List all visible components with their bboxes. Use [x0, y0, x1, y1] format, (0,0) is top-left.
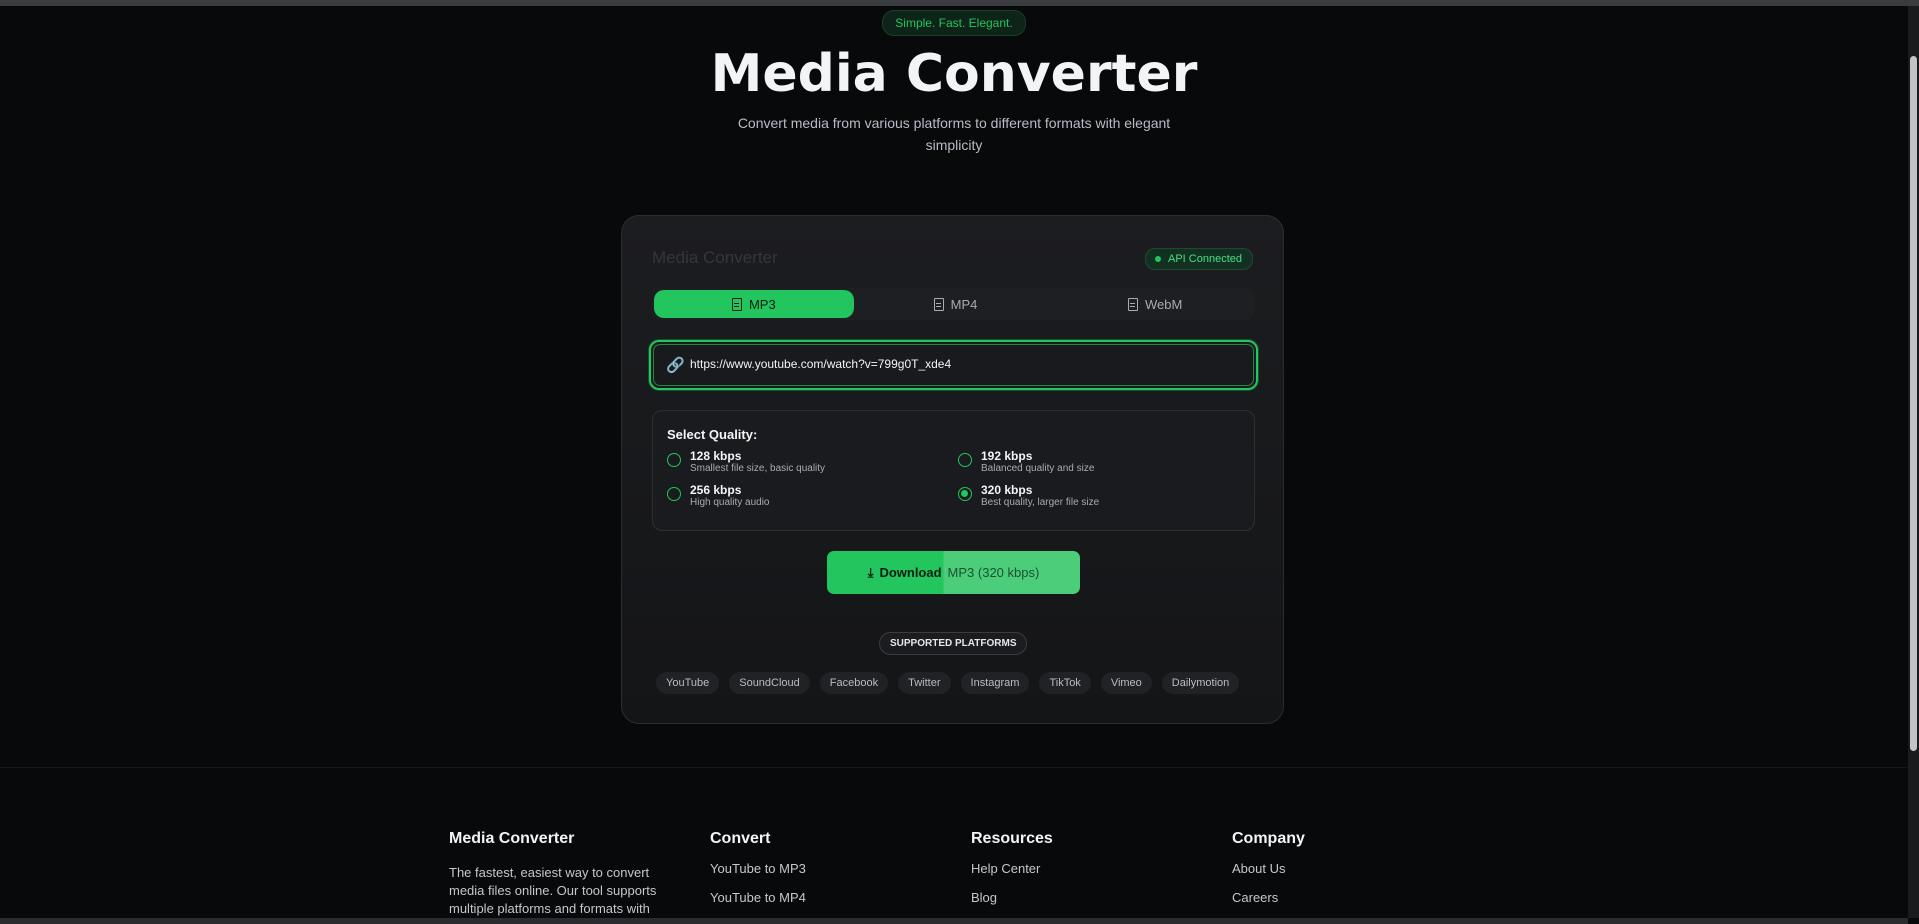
platform-chip: Facebook — [819, 672, 889, 694]
footer-heading: Convert — [710, 830, 771, 847]
option-name: 256 kbps — [690, 483, 742, 497]
footer-resources: Resources Help Center Blog — [971, 830, 1053, 906]
scrollbar[interactable] — [1908, 6, 1919, 918]
option-desc: Balanced quality and size — [981, 463, 1095, 474]
platform-chip: Dailymotion — [1161, 672, 1240, 694]
option-desc: Smallest file size, basic quality — [690, 463, 826, 474]
file-icon — [731, 297, 742, 311]
tab-webm[interactable]: WebM — [1055, 288, 1255, 320]
tab-label: WebM — [1145, 296, 1183, 312]
radio-button[interactable] — [667, 453, 681, 467]
footer-link[interactable]: About Us — [1232, 861, 1305, 877]
page-title: Media Converter — [710, 44, 1198, 104]
footer-link[interactable]: Help Center — [971, 861, 1053, 877]
platform-list: YouTube SoundCloud Facebook Twitter Inst… — [656, 672, 1240, 694]
quality-label: Select Quality: — [667, 427, 758, 442]
tagline-badge: Simple. Fast. Elegant. — [882, 10, 1026, 36]
status-dot-icon — [1155, 256, 1161, 262]
platform-chip: YouTube — [656, 672, 720, 694]
api-status-label: API Connected — [1168, 253, 1242, 265]
platform-chip: Vimeo — [1100, 672, 1152, 694]
footer-divider — [0, 767, 1908, 768]
footer-company: Company About Us Careers — [1232, 830, 1305, 906]
platform-chip: Twitter — [898, 672, 951, 694]
page-subtitle: Convert media from various platforms to … — [737, 115, 1171, 153]
footer-heading: Media Converter — [449, 830, 575, 847]
download-format-label: MP3 (320 kbps) — [947, 565, 1040, 580]
tab-label: MP4 — [950, 296, 978, 312]
option-desc: Best quality, larger file size — [981, 497, 1100, 508]
option-name: 128 kbps — [690, 449, 742, 463]
quality-option-320[interactable]: 320 kbps Best quality, larger file size — [958, 483, 1099, 509]
radio-button-checked[interactable] — [958, 487, 972, 501]
supported-platforms-badge: SUPPORTED PLATFORMS — [879, 632, 1028, 655]
card-title: Media Converter — [652, 248, 778, 267]
option-name: 320 kbps — [981, 483, 1033, 497]
url-field: 🔗 — [649, 340, 1258, 390]
download-label: Download — [879, 565, 942, 580]
quality-option-192[interactable]: 192 kbps Balanced quality and size — [958, 449, 1094, 475]
option-desc: High quality audio — [690, 497, 770, 508]
footer-heading: Resources — [971, 830, 1053, 847]
download-icon: ⤓ — [867, 564, 874, 580]
tab-mp4[interactable]: MP4 — [856, 288, 1056, 320]
tab-label: MP3 — [748, 296, 776, 312]
footer-link[interactable]: Careers — [1232, 890, 1305, 906]
footer-about: Media Converter The fastest, easiest way… — [449, 830, 659, 918]
radio-button[interactable] — [958, 453, 972, 467]
footer-convert: Convert YouTube to MP3 YouTube to MP4 — [710, 830, 806, 906]
footer-link[interactable]: YouTube to MP4 — [710, 890, 806, 906]
url-input[interactable] — [690, 353, 1230, 375]
quality-option-128[interactable]: 128 kbps Smallest file size, basic quali… — [667, 449, 825, 475]
bottom-bar — [0, 918, 1908, 924]
file-icon — [1128, 297, 1139, 311]
hero: Simple. Fast. Elegant. Media Converter C… — [0, 10, 1908, 156]
converter-card: Media Converter API Connected MP3 MP4 We… — [621, 215, 1284, 724]
link-icon: 🔗 — [666, 357, 685, 374]
quality-selector: Select Quality: 128 kbps Smallest file s… — [652, 410, 1255, 531]
browser-top-bar — [0, 0, 1919, 6]
scrollbar-thumb[interactable] — [1910, 56, 1917, 751]
download-button[interactable]: ⤓ Download MP3 (320 kbps) — [827, 551, 1080, 594]
url-field-inner: 🔗 — [653, 344, 1254, 386]
quality-option-256[interactable]: 256 kbps High quality audio — [667, 483, 770, 509]
footer-description: The fastest, easiest way to convert medi… — [449, 865, 657, 916]
footer-heading: Company — [1232, 830, 1305, 847]
platform-chip: Instagram — [960, 672, 1030, 694]
footer-link[interactable]: YouTube to MP3 — [710, 861, 806, 877]
radio-button[interactable] — [667, 487, 681, 501]
platform-chip: SoundCloud — [729, 672, 810, 694]
footer-link[interactable]: Blog — [971, 890, 1053, 906]
api-status-badge: API Connected — [1145, 248, 1253, 270]
file-icon — [933, 297, 944, 311]
platform-chip: TikTok — [1039, 672, 1091, 694]
option-name: 192 kbps — [981, 449, 1033, 463]
format-tabs: MP3 MP4 WebM — [652, 288, 1255, 320]
tab-mp3[interactable]: MP3 — [654, 290, 854, 318]
